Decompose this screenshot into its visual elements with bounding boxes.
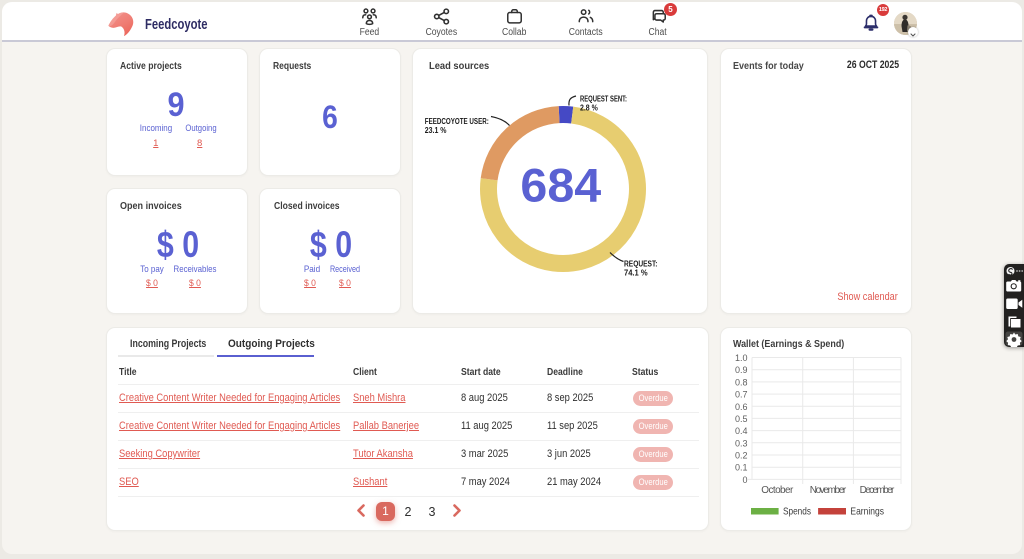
- svg-text:October: October: [761, 485, 794, 496]
- svg-text:Spends: Spends: [783, 506, 811, 518]
- svg-text:0.7: 0.7: [735, 390, 748, 400]
- svg-text:0.9: 0.9: [735, 365, 748, 375]
- svg-text:74.1 %: 74.1 %: [624, 268, 648, 278]
- svg-text:November: November: [810, 485, 847, 496]
- svg-text:2.8 %: 2.8 %: [580, 102, 598, 112]
- svg-text:December: December: [860, 485, 895, 496]
- svg-text:0.1: 0.1: [735, 463, 748, 473]
- svg-text:1.0: 1.0: [735, 353, 748, 363]
- svg-text:0.3: 0.3: [735, 438, 748, 448]
- svg-text:0.5: 0.5: [735, 414, 748, 424]
- svg-text:684: 684: [520, 158, 601, 211]
- svg-text:0.6: 0.6: [735, 402, 748, 412]
- svg-text:0.4: 0.4: [735, 426, 748, 436]
- svg-text:0.2: 0.2: [735, 451, 748, 461]
- svg-text:0.8: 0.8: [735, 377, 748, 387]
- svg-text:23.1 %: 23.1 %: [425, 125, 447, 135]
- svg-text:Earnings: Earnings: [850, 506, 884, 518]
- svg-text:0: 0: [742, 475, 747, 485]
